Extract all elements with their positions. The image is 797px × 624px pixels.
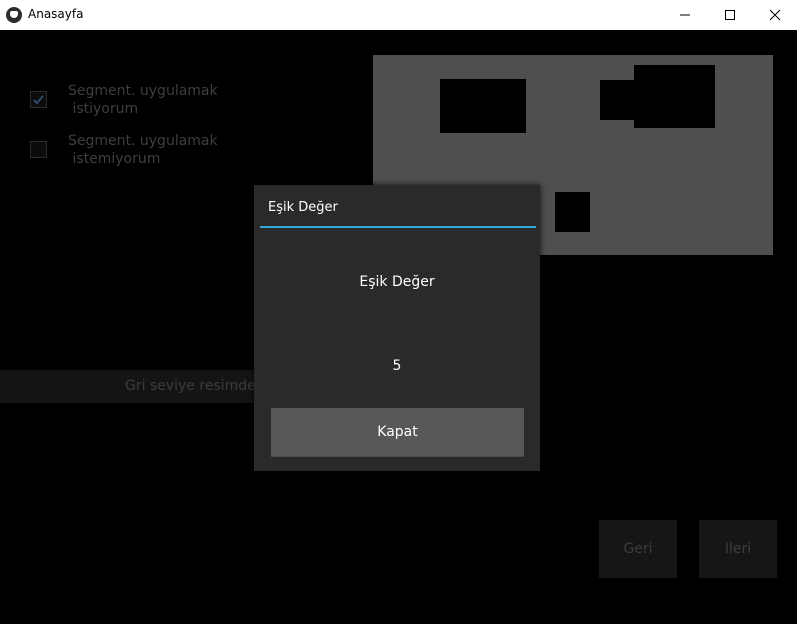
preview-block (600, 80, 636, 120)
maximize-icon (725, 10, 735, 20)
main-content: Segment. uygulamak istiyorum Segment. uy… (0, 30, 797, 624)
popup-separator (260, 226, 536, 228)
popup-title: Eşik Değer (268, 200, 338, 215)
preview-block (555, 192, 590, 232)
checkbox-apply-segmentation[interactable] (30, 91, 47, 108)
close-icon (769, 9, 781, 21)
close-button[interactable] (752, 0, 797, 30)
threshold-popup: Eşik Değer Eşik Değer 5 Kapat (254, 185, 540, 471)
threshold-value: 5 (392, 358, 402, 374)
back-button[interactable]: Geri (599, 520, 677, 578)
option-label-no-apply: Segment. uygulamak istemiyorum (68, 133, 218, 167)
close-popup-button[interactable]: Kapat (271, 408, 524, 457)
grayscale-button[interactable]: Gri seviye resimde g (0, 370, 269, 403)
minimize-icon (680, 14, 690, 16)
next-button[interactable]: Ileri (699, 520, 777, 578)
minimize-button[interactable] (662, 0, 708, 30)
preview-block (634, 65, 715, 128)
window-title: Anasayfa (28, 7, 84, 21)
checkbox-no-segmentation[interactable] (30, 141, 47, 158)
checkmark-icon (33, 95, 44, 105)
title-bar: Anasayfa (0, 0, 797, 30)
threshold-label: Eşik Değer (359, 274, 435, 290)
app-icon (6, 7, 22, 23)
maximize-button[interactable] (707, 0, 753, 30)
grayscale-button-label: Gri seviye resimde g (125, 378, 270, 394)
preview-block (440, 79, 526, 133)
app-window: Anasayfa Segment. uygulamak istiyorum Se… (0, 0, 797, 624)
option-label-apply: Segment. uygulamak istiyorum (68, 83, 218, 117)
